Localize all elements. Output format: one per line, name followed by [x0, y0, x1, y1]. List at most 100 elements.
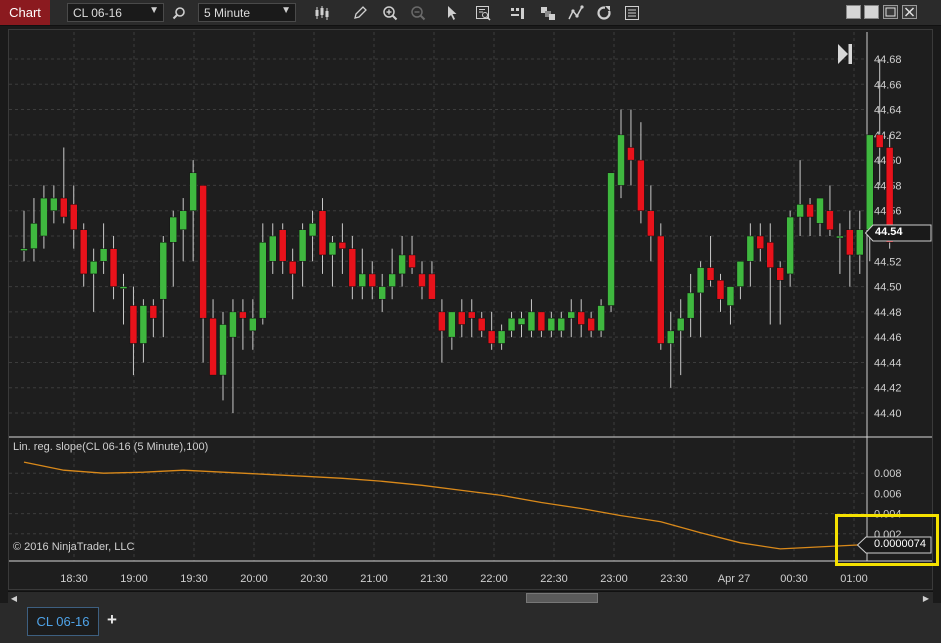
candle-down	[846, 229, 854, 256]
candle-up	[557, 317, 566, 332]
price-tick-label: 44.48	[874, 307, 902, 319]
candle-up	[836, 235, 844, 239]
candle-up	[139, 305, 148, 344]
candle-down	[487, 330, 496, 344]
time-tick-label: 21:30	[420, 573, 448, 585]
indicator-tick-label: 0.008	[874, 468, 902, 480]
candle-down	[79, 229, 88, 275]
candle-up	[358, 273, 367, 287]
candle-down	[706, 267, 715, 281]
jump-to-end-icon[interactable]	[836, 42, 854, 66]
candle-down	[477, 317, 486, 332]
candle-down	[587, 317, 595, 332]
candle-up	[676, 317, 685, 332]
price-tick-label: 44.52	[874, 256, 902, 268]
candle-up	[229, 311, 237, 338]
time-tick-label: 20:30	[300, 573, 328, 585]
candle-up	[696, 267, 705, 294]
last-price-value: 44.54	[875, 226, 903, 238]
price-tick-label: 44.46	[874, 332, 902, 344]
candle-up	[89, 261, 98, 275]
candle-up	[378, 286, 386, 300]
candle-down	[756, 235, 765, 249]
candle-up	[159, 242, 168, 300]
candle-up	[219, 324, 227, 376]
candle-down	[70, 204, 78, 230]
price-tick-label: 44.68	[874, 54, 902, 66]
candle-down	[239, 311, 247, 319]
candle-up	[169, 216, 177, 243]
tab-cl-06-16[interactable]: CL 06-16	[27, 607, 99, 636]
candle-up	[866, 134, 874, 230]
candle-down	[458, 311, 466, 325]
candle-down	[60, 197, 68, 218]
candle-up	[597, 305, 605, 332]
candle-up	[328, 242, 337, 256]
horizontal-scrollbar[interactable]: ◀ ▶	[8, 591, 933, 603]
candle-down	[806, 204, 814, 218]
candle-up	[249, 317, 257, 332]
candle-up	[547, 317, 556, 332]
candle-down	[318, 210, 327, 256]
candle-up	[786, 216, 794, 275]
candle-up	[30, 223, 38, 249]
candle-up	[448, 311, 456, 338]
candle-down	[637, 159, 645, 211]
candle-up	[497, 330, 506, 344]
candle-up	[259, 242, 267, 319]
price-tick-label: 44.66	[874, 79, 902, 91]
time-tick-label: 18:30	[60, 573, 88, 585]
chart-canvas[interactable]: 44.40 44.42 44.44 44.46 44.48 44.50 44.52 44.54…	[0, 0, 941, 591]
instrument-tab-bar: CL 06-16 +	[0, 603, 941, 643]
scroll-left-icon[interactable]: ◀	[9, 593, 19, 603]
candle-up	[179, 210, 187, 230]
candle-up	[726, 286, 735, 306]
copyright-text: © 2016 NinjaTrader, LLC	[13, 541, 135, 553]
candle-up	[816, 197, 824, 224]
candle-down	[129, 305, 138, 344]
candle-down	[766, 242, 774, 268]
candle-down	[627, 147, 635, 161]
candle-down	[109, 248, 118, 287]
time-tick-label: 22:30	[540, 573, 568, 585]
candle-down	[468, 311, 476, 319]
candle-up	[99, 248, 108, 262]
time-tick-label: 20:00	[240, 573, 268, 585]
candle-down	[338, 242, 347, 249]
candle-down	[657, 235, 665, 344]
candle-down	[199, 185, 207, 319]
candle-up	[607, 172, 615, 306]
candle-up	[20, 248, 28, 251]
candle-down	[716, 280, 725, 300]
time-tick-label: 01:00	[840, 573, 868, 585]
price-tick-label: 44.44	[874, 357, 902, 369]
candle-down	[288, 261, 297, 275]
candle-down	[537, 311, 546, 332]
scroll-thumb[interactable]	[526, 593, 598, 603]
add-tab-button[interactable]: +	[103, 609, 121, 631]
price-tick-label: 44.42	[874, 383, 902, 395]
candle-up	[667, 330, 675, 344]
scroll-right-icon[interactable]: ▶	[921, 593, 931, 603]
candle-down	[826, 210, 834, 230]
candle-down	[209, 317, 217, 376]
candle-up	[617, 134, 625, 186]
candle-down	[647, 210, 655, 237]
candle-down	[348, 248, 357, 287]
time-tick-label: 23:30	[660, 573, 688, 585]
candle-down	[278, 229, 287, 262]
candle-up	[298, 229, 307, 262]
indicator-label: Lin. reg. slope(CL 06-16 (5 Minute),100)	[13, 441, 209, 453]
price-tick-label: 44.40	[874, 408, 902, 420]
candle-down	[776, 267, 784, 281]
candle-up	[50, 197, 58, 211]
candle-down	[368, 273, 376, 287]
time-tick-label: 19:00	[120, 573, 148, 585]
candle-up	[856, 229, 864, 256]
candle-down	[428, 273, 436, 300]
price-tick-label: 44.50	[874, 282, 902, 294]
price-tick-label: 44.64	[874, 105, 902, 117]
lin-reg-slope-line	[23, 461, 890, 550]
candle-down	[408, 254, 416, 268]
candle-down	[149, 305, 158, 319]
